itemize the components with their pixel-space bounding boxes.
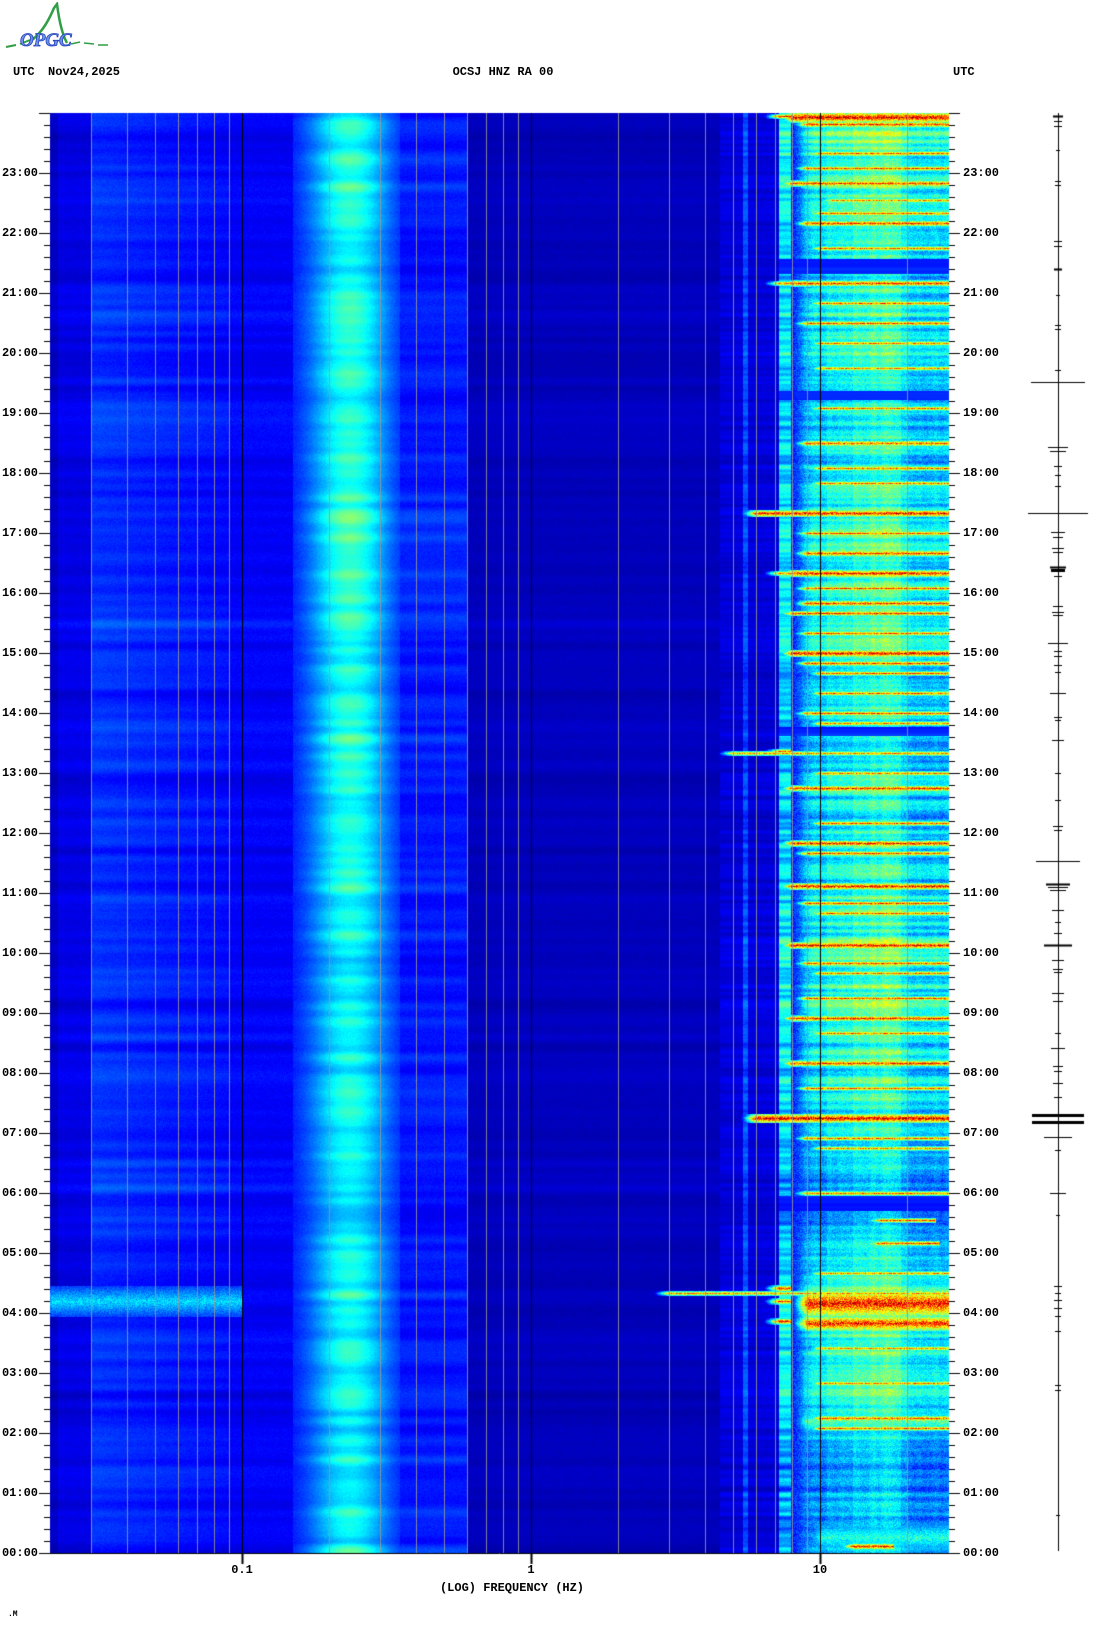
time-label-right: 08:00: [963, 1066, 1000, 1080]
time-label-left: 02:00: [1, 1426, 38, 1440]
time-label-right: 03:00: [963, 1366, 1000, 1380]
time-label-right: 06:00: [963, 1186, 1000, 1200]
time-label-right: 01:00: [963, 1486, 1000, 1500]
time-label-left: 10:00: [1, 946, 38, 960]
spectrogram-canvas: [0, 0, 1102, 1634]
time-label-left: 12:00: [1, 826, 38, 840]
x-axis-label: (LOG) FREQUENCY (HZ): [439, 1581, 585, 1595]
time-label-left: 13:00: [1, 766, 38, 780]
time-label-right: 13:00: [963, 766, 1000, 780]
time-label-right: 02:00: [963, 1426, 1000, 1440]
time-label-left: 00:00: [1, 1546, 38, 1560]
time-label-left: 20:00: [1, 346, 38, 360]
time-label-left: 09:00: [1, 1006, 38, 1020]
time-label-right: 23:00: [963, 166, 1000, 180]
time-label-right: 20:00: [963, 346, 1000, 360]
footer-mark: .M: [8, 1610, 18, 1619]
time-label-left: 14:00: [1, 706, 38, 720]
time-label-right: 12:00: [963, 826, 1000, 840]
time-label-left: 16:00: [1, 586, 38, 600]
time-label-right: 10:00: [963, 946, 1000, 960]
time-label-left: 01:00: [1, 1486, 38, 1500]
time-label-left: 19:00: [1, 406, 38, 420]
time-label-left: 21:00: [1, 286, 38, 300]
time-label-left: 18:00: [1, 466, 38, 480]
time-label-right: 07:00: [963, 1126, 1000, 1140]
time-label-right: 15:00: [963, 646, 1000, 660]
time-label-right: 17:00: [963, 526, 1000, 540]
time-label-right: 14:00: [963, 706, 1000, 720]
time-label-left: 05:00: [1, 1246, 38, 1260]
spectrogram-page: OPGC UTC Nov24,2025 OCSJ HNZ RA 00 UTC 2…: [0, 0, 1102, 1634]
time-label-left: 07:00: [1, 1126, 38, 1140]
time-label-left: 08:00: [1, 1066, 38, 1080]
freq-tick-label: 1: [527, 1563, 535, 1577]
time-label-right: 11:00: [963, 886, 1000, 900]
time-label-left: 04:00: [1, 1306, 38, 1320]
freq-tick-label: 10: [812, 1563, 828, 1577]
time-label-right: 19:00: [963, 406, 1000, 420]
time-label-right: 00:00: [963, 1546, 1000, 1560]
time-label-left: 23:00: [1, 166, 38, 180]
time-label-right: 22:00: [963, 226, 1000, 240]
time-label-left: 11:00: [1, 886, 38, 900]
time-label-left: 15:00: [1, 646, 38, 660]
time-label-right: 21:00: [963, 286, 1000, 300]
time-label-right: 04:00: [963, 1306, 1000, 1320]
time-label-left: 17:00: [1, 526, 38, 540]
time-label-left: 06:00: [1, 1186, 38, 1200]
time-label-right: 18:00: [963, 466, 1000, 480]
time-label-right: 16:00: [963, 586, 1000, 600]
freq-tick-label: 0.1: [231, 1563, 253, 1577]
time-label-left: 03:00: [1, 1366, 38, 1380]
time-label-right: 05:00: [963, 1246, 1000, 1260]
time-label-left: 22:00: [1, 226, 38, 240]
time-label-right: 09:00: [963, 1006, 1000, 1020]
